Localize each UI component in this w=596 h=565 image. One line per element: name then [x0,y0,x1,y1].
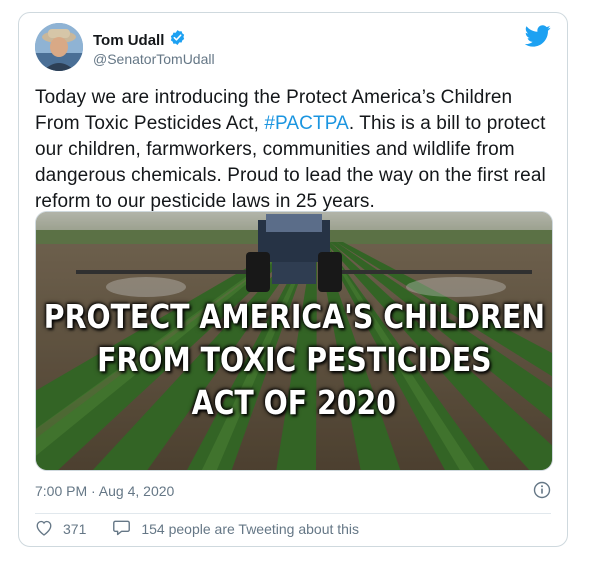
media-image[interactable]: PROTECT AMERICA'S CHILDREN FROM TOXIC PE… [35,211,553,471]
info-icon[interactable] [533,481,551,499]
twitter-bird-icon[interactable] [524,25,551,47]
like-count: 371 [63,521,87,537]
headline-line-2: FROM TOXIC PESTICIDES [96,339,492,379]
author-handle[interactable]: @SenatorTomUdall [93,51,215,67]
like-button[interactable]: 371 [35,519,86,539]
heart-icon [35,519,53,539]
speech-bubble-icon [112,519,131,539]
divider [35,513,551,514]
reply-button[interactable]: 154 people are Tweeting about this [112,519,359,539]
verified-badge-icon [169,29,186,51]
tweet-text: Today we are introducing the Protect Ame… [35,85,547,215]
avatar[interactable] [35,23,83,71]
action-bar: 371 154 people are Tweeting about this [35,519,359,539]
media-headline: PROTECT AMERICA'S CHILDREN FROM TOXIC PE… [36,212,552,470]
author-name[interactable]: Tom Udall [93,32,164,49]
tweet-card: Tom Udall @SenatorTomUdall Today we are … [18,12,568,547]
reply-text: 154 people are Tweeting about this [141,521,360,537]
headline-line-3: ACT OF 2020 [191,382,397,422]
hashtag-link[interactable]: #PACTPA [264,113,348,134]
tweet-timestamp[interactable]: 7:00 PM · Aug 4, 2020 [35,483,174,499]
headline-line-1: PROTECT AMERICA'S CHILDREN [43,296,545,336]
